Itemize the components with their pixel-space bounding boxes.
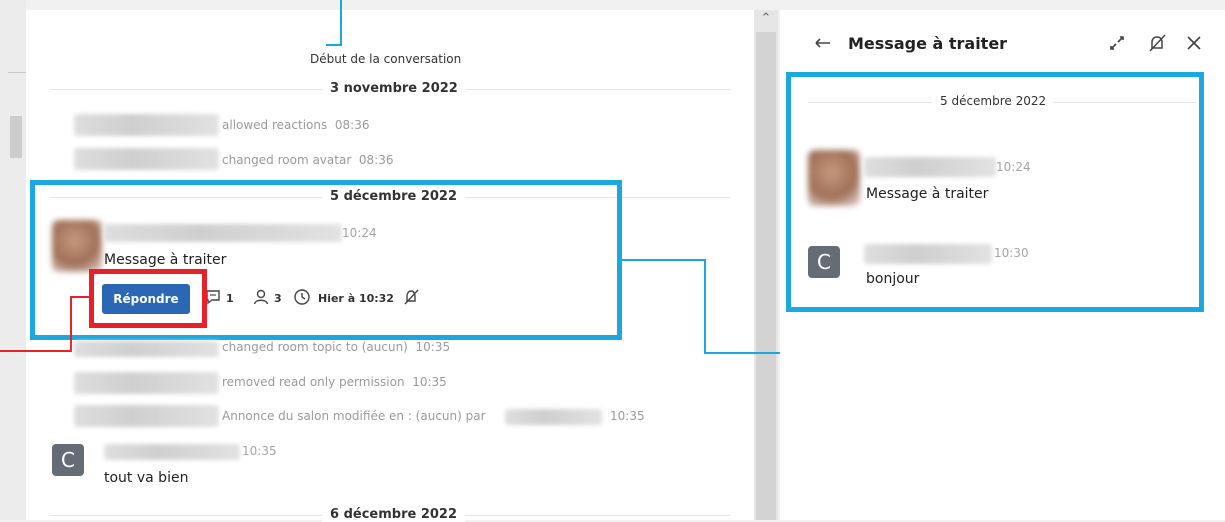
bell-off-icon[interactable] xyxy=(1146,32,1168,54)
sidebar-scrollbar-thumb[interactable] xyxy=(10,116,22,158)
highlight-box xyxy=(786,72,1204,312)
chat-scrollbar-thumb[interactable] xyxy=(756,32,776,520)
left-sidebar-strip xyxy=(0,0,26,520)
system-event: changed room avatar 08:36 xyxy=(222,153,394,167)
callout-line xyxy=(70,296,72,352)
callout-line xyxy=(704,259,706,354)
blurred-username xyxy=(74,148,219,170)
system-event: allowed reactions 08:36 xyxy=(222,118,370,132)
reply-callout-box xyxy=(89,269,207,328)
thread-panel-title: Message à traiter xyxy=(848,34,1008,53)
blurred-username xyxy=(104,444,240,460)
back-arrow-icon[interactable] xyxy=(812,32,834,54)
conversation-start-label: Début de la conversation xyxy=(310,52,462,66)
message-time: 10:35 xyxy=(242,444,277,458)
expand-icon[interactable] xyxy=(1106,32,1128,54)
sidebar-divider xyxy=(8,72,26,73)
message-text: tout va bien xyxy=(104,470,189,486)
callout-line xyxy=(70,296,90,298)
callout-line xyxy=(340,0,342,46)
blurred-username xyxy=(74,114,219,136)
blurred-username xyxy=(74,405,219,427)
blurred-username xyxy=(74,341,219,357)
close-icon[interactable] xyxy=(1183,32,1205,54)
callout-line xyxy=(622,259,706,261)
scroll-up-icon[interactable]: ⌃ xyxy=(758,10,774,28)
system-event: Annonce du salon modifiée en : (aucun) p… xyxy=(222,409,486,423)
system-event: removed read only permission 10:35 xyxy=(222,375,447,389)
callout-line xyxy=(326,44,342,46)
blurred-username xyxy=(505,409,602,425)
date-separator: 3 novembre 2022 xyxy=(322,81,466,96)
blurred-username xyxy=(74,372,219,394)
system-event-time: 10:35 xyxy=(610,409,645,423)
system-event: changed room topic to (aucun) 10:35 xyxy=(222,340,451,354)
avatar[interactable]: C xyxy=(52,444,84,476)
callout-line xyxy=(0,350,72,352)
